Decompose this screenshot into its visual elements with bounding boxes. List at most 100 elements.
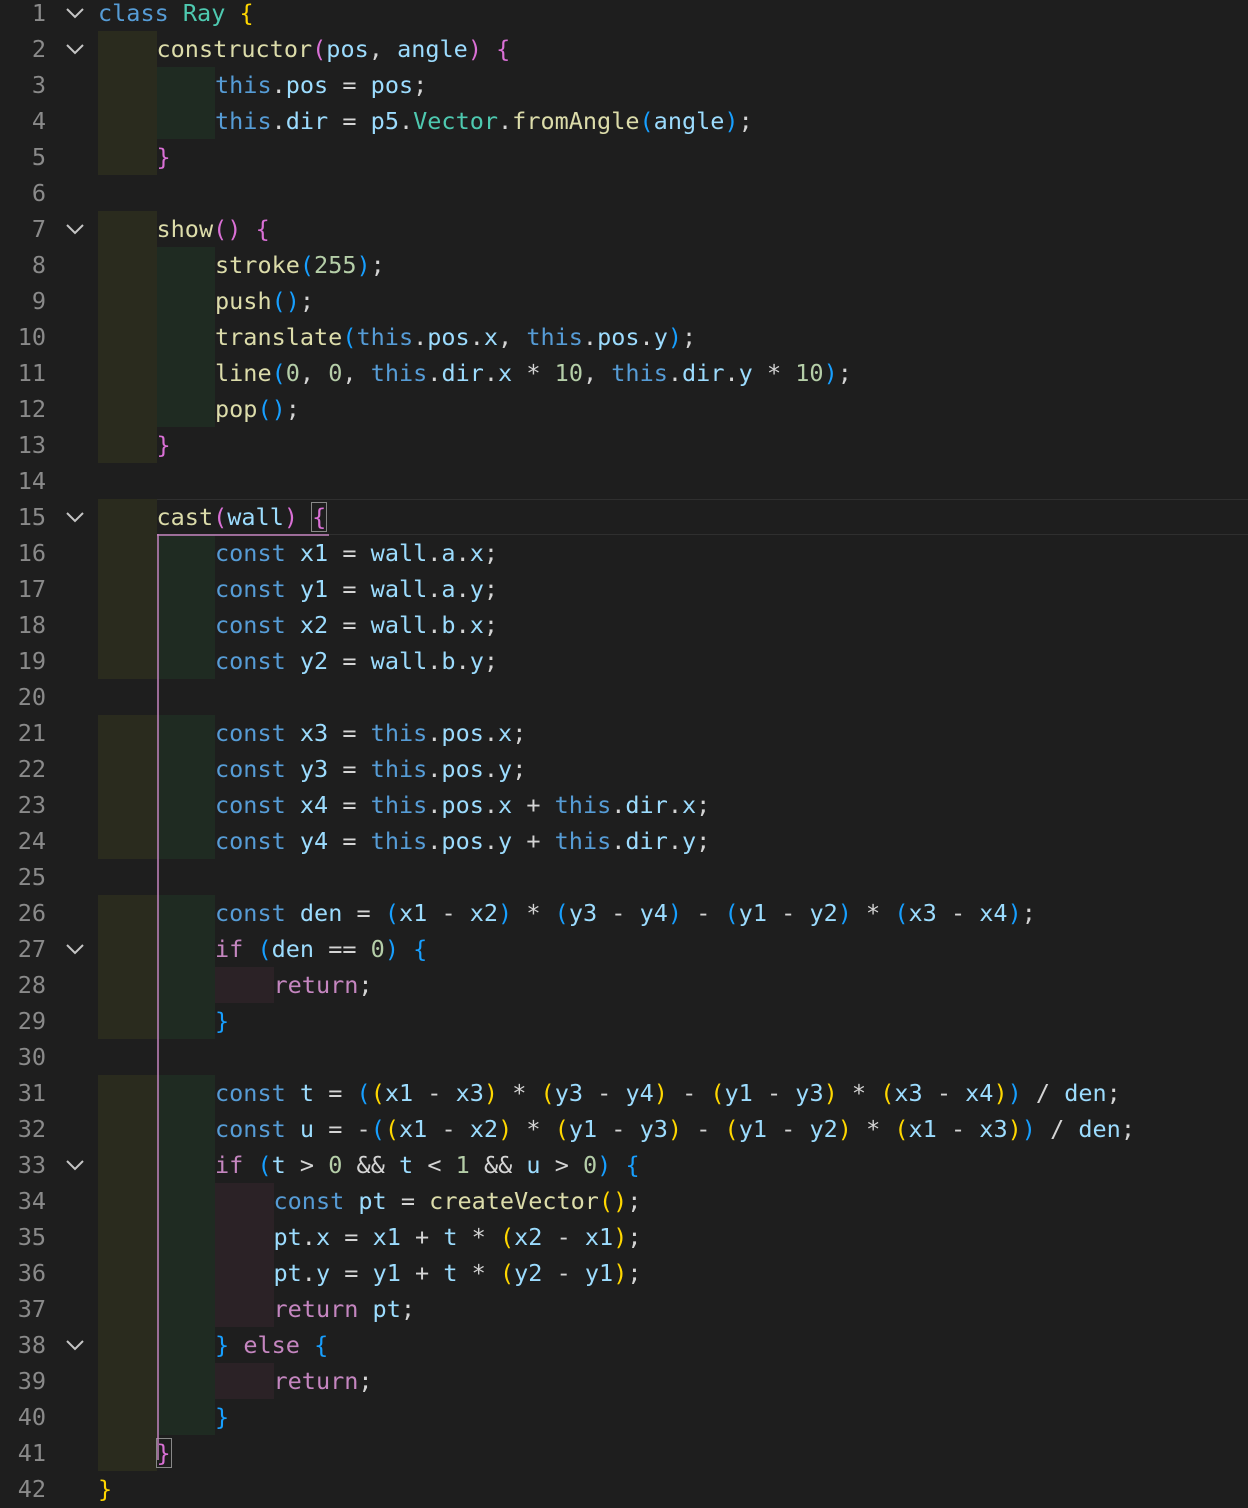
code-text[interactable]: }: [215, 1399, 229, 1435]
code-text[interactable]: }: [98, 1471, 112, 1507]
code-text[interactable]: if (den == 0) {: [215, 931, 427, 967]
code-text[interactable]: if (t > 0 && t < 1 && u > 0) {: [215, 1147, 640, 1183]
code-line[interactable]: 1 class Ray {: [0, 0, 1248, 31]
indent-guide: [156, 1363, 215, 1399]
code-line[interactable]: 27 if (den == 0) {: [0, 931, 1248, 967]
code-text[interactable]: const x1 = wall.a.x;: [215, 535, 498, 571]
indent-guide: [98, 967, 157, 1003]
code-line[interactable]: 33 if (t > 0 && t < 1 && u > 0) {: [0, 1147, 1248, 1183]
code-text[interactable]: const u = -((x1 - x2) * (y1 - y3) - (y1 …: [215, 1111, 1135, 1147]
code-line[interactable]: 11 line(0, 0, this.dir.x * 10, this.dir.y…: [0, 355, 1248, 391]
code-text[interactable]: }: [215, 1003, 229, 1039]
code-line[interactable]: 3 this.pos = pos;: [0, 67, 1248, 103]
code-text[interactable]: const pt = createVector();: [274, 1183, 642, 1219]
code-line[interactable]: 16 const x1 = wall.a.x;: [0, 535, 1248, 571]
code-line[interactable]: 34 const pt = createVector();: [0, 1183, 1248, 1219]
code-line[interactable]: 37 return pt;: [0, 1291, 1248, 1327]
code-line[interactable]: 42}: [0, 1471, 1248, 1507]
code-line[interactable]: 10 translate(this.pos.x, this.pos.y);: [0, 319, 1248, 355]
code-line[interactable]: 22 const y3 = this.pos.y;: [0, 751, 1248, 787]
code-line[interactable]: 26 const den = (x1 - x2) * (y3 - y4) - (y…: [0, 895, 1248, 931]
code-text[interactable]: const y1 = wall.a.y;: [215, 571, 498, 607]
code-text[interactable]: pop();: [215, 391, 300, 427]
code-text[interactable]: return;: [274, 967, 373, 1003]
chevron-down-icon[interactable]: [64, 1335, 86, 1355]
code-text[interactable]: const den = (x1 - x2) * (y3 - y4) - (y1 …: [215, 895, 1036, 931]
line-number: 26: [17, 899, 46, 927]
code-line[interactable]: 4 this.dir = p5.Vector.fromAngle(angle);: [0, 103, 1248, 139]
code-line[interactable]: 24 const y4 = this.pos.y + this.dir.y;: [0, 823, 1248, 859]
code-editor[interactable]: 1 class Ray {2 constructor(pos, angle) {3 t…: [0, 0, 1248, 1508]
code-line[interactable]: 30: [0, 1039, 1248, 1075]
code-line[interactable]: 36 pt.y = y1 + t * (y2 - y1);: [0, 1255, 1248, 1291]
chevron-down-icon[interactable]: [64, 39, 86, 59]
line-number: 1: [31, 0, 46, 27]
line-number: 37: [17, 1295, 46, 1323]
code-text[interactable]: this.dir = p5.Vector.fromAngle(angle);: [215, 103, 753, 139]
code-line[interactable]: 21 const x3 = this.pos.x;: [0, 715, 1248, 751]
code-line[interactable]: 41}: [0, 1435, 1248, 1471]
code-line[interactable]: 38} else {: [0, 1327, 1248, 1363]
indent-guide: [98, 67, 157, 103]
code-line[interactable]: 13}: [0, 427, 1248, 463]
indent-guide: [215, 967, 274, 1003]
code-line[interactable]: 5}: [0, 139, 1248, 175]
code-text[interactable]: } else {: [215, 1327, 328, 1363]
code-line[interactable]: 2 constructor(pos, angle) {: [0, 31, 1248, 67]
chevron-down-icon[interactable]: [64, 1155, 86, 1175]
code-text[interactable]: stroke(255);: [215, 247, 385, 283]
code-line[interactable]: 39 return;: [0, 1363, 1248, 1399]
code-line[interactable]: 35 pt.x = x1 + t * (x2 - x1);: [0, 1219, 1248, 1255]
code-text[interactable]: line(0, 0, this.dir.x * 10, this.dir.y *…: [215, 355, 852, 391]
indent-guide: [156, 787, 215, 823]
chevron-down-icon[interactable]: [64, 3, 86, 23]
code-line[interactable]: 12 pop();: [0, 391, 1248, 427]
indent-guide: [156, 1111, 215, 1147]
code-text[interactable]: }: [157, 427, 171, 463]
code-text[interactable]: const y2 = wall.b.y;: [215, 643, 498, 679]
code-line[interactable]: 25: [0, 859, 1248, 895]
code-text[interactable]: const x3 = this.pos.x;: [215, 715, 526, 751]
code-line[interactable]: 28 return;: [0, 967, 1248, 1003]
code-text[interactable]: class Ray {: [98, 0, 254, 31]
code-text[interactable]: return pt;: [274, 1291, 416, 1327]
code-line[interactable]: 7 show() {: [0, 211, 1248, 247]
chevron-down-icon[interactable]: [64, 939, 86, 959]
code-line[interactable]: 29}: [0, 1003, 1248, 1039]
code-text[interactable]: const x4 = this.pos.x + this.dir.x;: [215, 787, 710, 823]
code-line[interactable]: 8 stroke(255);: [0, 247, 1248, 283]
code-text[interactable]: const y3 = this.pos.y;: [215, 751, 526, 787]
code-line[interactable]: 17 const y1 = wall.a.y;: [0, 571, 1248, 607]
code-line[interactable]: 19 const y2 = wall.b.y;: [0, 643, 1248, 679]
indent-guide: [156, 1003, 215, 1039]
code-line[interactable]: 20: [0, 679, 1248, 715]
code-line[interactable]: 23 const x4 = this.pos.x + this.dir.x;: [0, 787, 1248, 823]
code-line[interactable]: 9 push();: [0, 283, 1248, 319]
code-line[interactable]: 31 const t = ((x1 - x3) * (y3 - y4) - (y1…: [0, 1075, 1248, 1111]
chevron-down-icon[interactable]: [64, 507, 86, 527]
code-text[interactable]: pt.y = y1 + t * (y2 - y1);: [274, 1255, 642, 1291]
chevron-down-icon[interactable]: [64, 219, 86, 239]
indent-guide: [98, 1363, 157, 1399]
code-text[interactable]: pt.x = x1 + t * (x2 - x1);: [274, 1219, 642, 1255]
code-text[interactable]: show() {: [157, 211, 270, 247]
code-line[interactable]: 6: [0, 175, 1248, 211]
code-text[interactable]: translate(this.pos.x, this.pos.y);: [215, 319, 696, 355]
code-text[interactable]: this.pos = pos;: [215, 67, 427, 103]
code-line[interactable]: 18 const x2 = wall.b.x;: [0, 607, 1248, 643]
code-line[interactable]: 40}: [0, 1399, 1248, 1435]
indent-guide: [98, 1183, 157, 1219]
code-text[interactable]: }: [157, 139, 171, 175]
code-text[interactable]: constructor(pos, angle) {: [157, 31, 511, 67]
line-number: 36: [17, 1259, 46, 1287]
code-text[interactable]: cast(wall) {: [157, 499, 328, 535]
code-line[interactable]: 32 const u = -((x1 - x2) * (y1 - y3) - (y…: [0, 1111, 1248, 1147]
code-text[interactable]: const t = ((x1 - x3) * (y3 - y4) - (y1 -…: [215, 1075, 1121, 1111]
code-text[interactable]: push();: [215, 283, 314, 319]
code-line[interactable]: 14: [0, 463, 1248, 499]
line-number: 35: [17, 1223, 46, 1251]
code-text[interactable]: const x2 = wall.b.x;: [215, 607, 498, 643]
code-text[interactable]: const y4 = this.pos.y + this.dir.y;: [215, 823, 710, 859]
code-line[interactable]: 15 cast(wall) {: [0, 499, 1248, 535]
code-text[interactable]: return;: [274, 1363, 373, 1399]
